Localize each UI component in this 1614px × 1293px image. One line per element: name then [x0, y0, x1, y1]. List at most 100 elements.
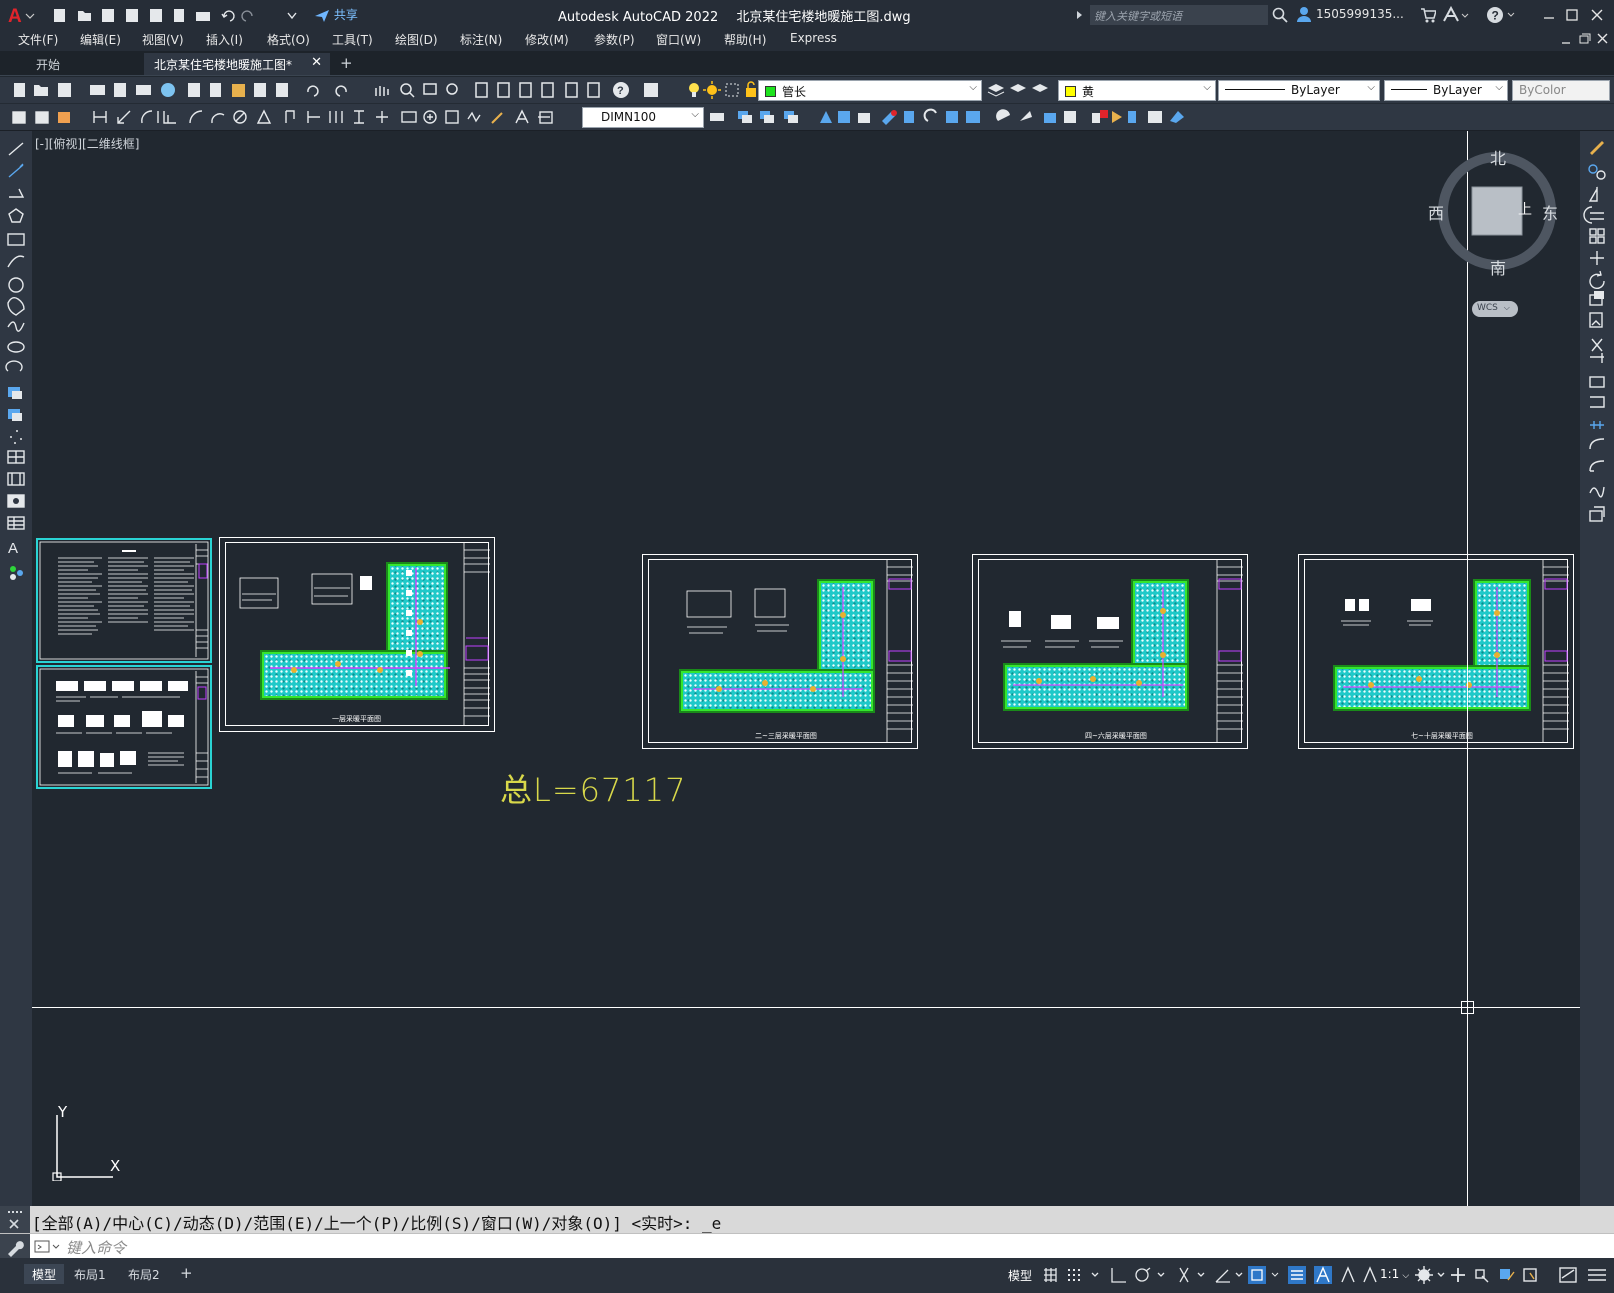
viewcube-top-label: 上 — [1518, 202, 1532, 218]
annotation-scale-value: 1:1 — [1380, 1267, 1400, 1281]
menu-insert[interactable]: 插入(I) — [206, 31, 243, 48]
sheet-notes-content — [39, 541, 209, 660]
drawing-sheet-floor-2-3[interactable]: 二~三层采暖平面图 — [642, 554, 918, 749]
viewcube-north[interactable]: 北 — [1490, 145, 1506, 169]
color-dropdown[interactable]: 黄 ⌵ — [1058, 80, 1216, 101]
viewport-controls-label[interactable]: [-][俯视][二维线框] — [35, 135, 139, 152]
drawing-canvas[interactable]: [-][俯视][二维线框] 一层采暖平面图 二~三层采暖平面图 四~六层采暖平面… — [32, 131, 1580, 1206]
window-title: Autodesk AutoCAD 2022 北京某住宅楼地暖施工图.dwg — [558, 6, 911, 25]
command-customize-button[interactable] — [0, 1234, 30, 1259]
share-button[interactable]: 共享 — [314, 6, 358, 23]
layer-color-swatch — [765, 86, 776, 97]
lineweight-name: ByLayer — [1433, 83, 1482, 97]
wcs-menu-button[interactable]: WCS ⌵ — [1472, 301, 1518, 317]
cart-icon[interactable] — [1420, 7, 1436, 23]
status-bar: 模型 布局1 布局2 + 模型 1:1 ⌵ — [0, 1258, 1614, 1293]
menu-express[interactable]: Express — [790, 31, 837, 45]
standard-toolbar-icons[interactable]: ? — [10, 80, 680, 100]
menu-modify[interactable]: 修改(M) — [525, 31, 569, 48]
document-window-controls[interactable] — [1560, 31, 1612, 47]
layer-state-icons[interactable] — [686, 80, 760, 100]
menu-tools[interactable]: 工具(T) — [332, 31, 373, 48]
status-tools[interactable] — [1412, 1264, 1612, 1286]
modify-tools-icons[interactable] — [1580, 131, 1614, 551]
add-layout-button[interactable]: + — [174, 1264, 199, 1284]
dimension-toolbar-icons[interactable] — [10, 107, 580, 127]
wcs-label: WCS — [1477, 303, 1498, 313]
viewcube-face[interactable] — [1471, 186, 1523, 236]
modify-toolbar-icons[interactable] — [708, 107, 1208, 127]
user-name[interactable]: 1505999135... — [1316, 7, 1404, 21]
svg-text:?: ? — [1492, 9, 1499, 23]
draw-tools-icons[interactable]: A — [0, 131, 32, 591]
quick-access-toolbar[interactable] — [52, 6, 302, 24]
close-tab-icon[interactable]: ✕ — [311, 55, 322, 70]
status-toggles[interactable] — [1040, 1264, 1380, 1286]
app-name: Autodesk AutoCAD 2022 — [558, 10, 719, 25]
window-controls[interactable] — [1540, 8, 1610, 22]
tab-label: 北京某住宅楼地暖施工图* — [154, 58, 293, 72]
sheet-caption: 一层采暖平面图 — [332, 715, 381, 723]
menu-parametric[interactable]: 参数(P) — [594, 31, 635, 48]
menu-dimension[interactable]: 标注(N) — [460, 31, 502, 48]
draw-toolbar-left: A — [0, 131, 32, 1206]
menu-format[interactable]: 格式(O) — [267, 31, 310, 48]
linetype-dropdown[interactable]: ByLayer ⌵ — [1218, 80, 1380, 101]
layer-tools-icons[interactable] — [986, 80, 1056, 100]
help-icon[interactable]: ? — [1486, 5, 1516, 25]
menu-edit[interactable]: 编辑(E) — [80, 31, 121, 48]
floor-plan-pipes — [270, 568, 450, 686]
user-icon[interactable] — [1296, 6, 1312, 22]
share-icon — [315, 9, 329, 22]
tab-active-drawing[interactable]: 北京某住宅楼地暖施工图* ✕ — [144, 53, 330, 75]
drawing-sheet-floor-4-6[interactable]: 四~六层采暖平面图 — [972, 554, 1248, 749]
tab-start[interactable]: 开始 — [26, 53, 136, 75]
autocad-logo-icon[interactable]: A — [8, 5, 36, 25]
command-input[interactable]: 键入命令 — [66, 1237, 126, 1258]
command-line-grip[interactable] — [0, 1206, 30, 1233]
new-tab-button[interactable]: + — [334, 53, 360, 75]
total-length-annotation[interactable]: 总L=67117 — [500, 765, 686, 811]
search-icon[interactable] — [1272, 7, 1288, 23]
viewcube[interactable] — [1430, 147, 1564, 307]
menu-window[interactable]: 窗口(W) — [656, 31, 701, 48]
drawing-sheet-details[interactable] — [36, 665, 212, 789]
sheet-caption: 七~十层采暖平面图 — [1411, 732, 1473, 740]
drawing-sheet-floor-1[interactable]: 一层采暖平面图 — [219, 537, 495, 732]
drawing-sheet-notes[interactable] — [36, 538, 212, 663]
close-icon — [1591, 9, 1603, 21]
expand-arrow-icon[interactable] — [1076, 10, 1084, 20]
floor-plan-pipes — [693, 587, 863, 697]
drawing-sheet-floor-7-10[interactable]: 七~十层采暖平面图 — [1298, 554, 1574, 749]
dimension-modify-toolbar: DIMN100 ⌵ — [0, 104, 1614, 131]
menu-help[interactable]: 帮助(H) — [724, 31, 766, 48]
chevron-down-icon: ⌵ — [1495, 82, 1503, 93]
menu-file[interactable]: 文件(F) — [18, 31, 58, 48]
menu-draw[interactable]: 绘图(D) — [395, 31, 438, 48]
lineweight-dropdown[interactable]: ByLayer ⌵ — [1384, 80, 1508, 101]
tab-layout2[interactable]: 布局2 — [120, 1264, 168, 1284]
viewcube-south[interactable]: 南 — [1490, 255, 1506, 279]
annotation-scale[interactable]: 1:1 ⌵ — [1380, 1267, 1409, 1281]
chevron-down-icon: ⌵ — [1367, 82, 1375, 93]
model-space-button[interactable]: 模型 — [1008, 1267, 1032, 1284]
viewcube-west[interactable]: 西 — [1428, 200, 1444, 224]
linetype-name: ByLayer — [1291, 83, 1340, 97]
layer-name: 管长 — [782, 85, 807, 99]
menu-view[interactable]: 视图(V) — [142, 31, 184, 48]
dimstyle-dropdown[interactable]: DIMN100 ⌵ — [582, 107, 704, 128]
dimstyle-name: DIMN100 — [601, 110, 657, 124]
autodesk-a360-icon[interactable] — [1442, 6, 1470, 24]
color-name: 黄 — [1082, 85, 1095, 99]
search-input[interactable]: 键入关键字或短语 — [1090, 5, 1268, 25]
layer-dropdown[interactable]: 管长 ⌵ — [758, 80, 982, 101]
ucs-x-label: X — [110, 1157, 121, 1175]
tab-layout1[interactable]: 布局1 — [66, 1264, 114, 1284]
grip-icon — [8, 1211, 22, 1229]
command-prompt-icon[interactable] — [34, 1239, 62, 1255]
ucs-y-label: Y — [58, 1103, 68, 1121]
command-history: [全部(A)/中心(C)/动态(D)/范围(E)/上一个(P)/比例(S)/窗口… — [0, 1206, 1614, 1233]
svg-text:A: A — [8, 6, 22, 25]
tab-model[interactable]: 模型 — [24, 1264, 65, 1284]
viewcube-east[interactable]: 东 — [1542, 200, 1558, 224]
